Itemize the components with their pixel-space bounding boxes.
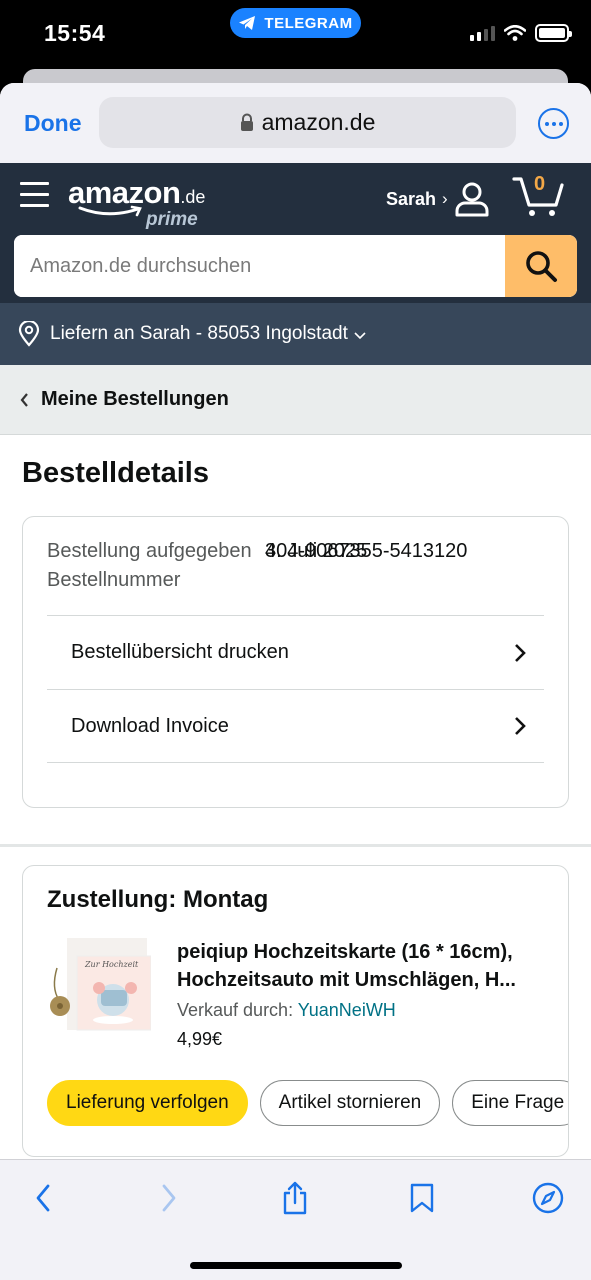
compass-icon[interactable] bbox=[528, 1178, 568, 1218]
logo-prime: prime bbox=[146, 209, 198, 230]
done-button[interactable]: Done bbox=[24, 110, 82, 137]
product-image[interactable]: Zur Hochzeit bbox=[47, 938, 152, 1034]
item-info: peiqiup Hochzeitskarte (16 * 16cm), Hoch… bbox=[177, 938, 549, 1050]
order-item: Zur Hochzeit peiqiup Hochzeitskarte (16 … bbox=[47, 938, 568, 1050]
search-bar bbox=[14, 235, 577, 297]
section-divider bbox=[0, 844, 591, 847]
system-icons bbox=[470, 24, 572, 42]
url-text: amazon.de bbox=[261, 109, 376, 135]
seller-line: Verkauf durch: YuanNeiWH bbox=[177, 1000, 549, 1021]
chevron-right-icon bbox=[515, 643, 526, 662]
item-title[interactable]: peiqiup Hochzeitskarte (16 * 16cm), Hoch… bbox=[177, 938, 549, 994]
card-script-text: Zur Hochzeit bbox=[85, 960, 139, 969]
seller-label: Verkauf durch: bbox=[177, 1000, 294, 1020]
delivery-location-bar[interactable]: Liefern an Sarah - 85053 Ingolstadt bbox=[0, 303, 591, 365]
chevron-down-icon bbox=[354, 332, 366, 340]
cart-count: 0 bbox=[534, 173, 546, 195]
delivery-location-text: Liefern an Sarah - 85053 Ingolstadt bbox=[50, 323, 348, 344]
order-number-value: 304-9067355-5413120 bbox=[265, 540, 468, 562]
bookmarks-icon[interactable] bbox=[402, 1178, 442, 1218]
share-icon[interactable] bbox=[275, 1178, 315, 1218]
user-icon bbox=[455, 182, 489, 217]
lock-icon bbox=[240, 113, 253, 131]
telegram-return-pill[interactable]: TELEGRAM bbox=[230, 8, 361, 38]
cellular-signal-icon bbox=[470, 25, 495, 41]
search-input[interactable] bbox=[14, 235, 505, 297]
amazon-header: amazon.de prime Sarah › 0 bbox=[0, 163, 591, 303]
order-placed-label: Bestellung aufgegeben bbox=[47, 540, 252, 562]
wedding-card-thumbnail bbox=[50, 938, 152, 1031]
browser-bar: Done amazon.de bbox=[0, 83, 591, 163]
amazon-logo[interactable]: amazon.de prime bbox=[68, 175, 206, 230]
order-summary-card: Bestellung aufgegeben 4. Juli 2025 Beste… bbox=[22, 516, 569, 808]
cancel-item-button[interactable]: Artikel stornieren bbox=[259, 1080, 441, 1126]
status-time: 15:54 bbox=[44, 20, 106, 46]
browser-sheet: Done amazon.de amazon.de prime Sarah › 0… bbox=[0, 83, 591, 1280]
track-package-button[interactable]: Lieferung verfolgen bbox=[47, 1080, 248, 1126]
order-links: Bestellübersicht drucken Download Invoic… bbox=[47, 615, 544, 763]
print-order-summary-label: Bestellübersicht drucken bbox=[71, 641, 289, 663]
battery-icon bbox=[535, 24, 572, 42]
back-icon[interactable] bbox=[23, 1178, 63, 1218]
download-invoice-link[interactable]: Download Invoice bbox=[47, 689, 544, 763]
account-chevron: › bbox=[442, 189, 448, 208]
location-pin-icon bbox=[18, 321, 40, 347]
more-options-icon[interactable] bbox=[538, 108, 569, 139]
url-field[interactable]: amazon.de bbox=[99, 97, 516, 148]
menu-icon[interactable] bbox=[20, 182, 49, 215]
breadcrumb-label: Meine Bestellungen bbox=[41, 388, 229, 410]
seller-link[interactable]: YuanNeiWH bbox=[298, 1000, 396, 1020]
forward-icon[interactable] bbox=[149, 1178, 189, 1218]
search-icon bbox=[526, 251, 557, 282]
shipment-title: Zustellung: Montag bbox=[47, 886, 269, 913]
page-title: Bestelldetails bbox=[22, 457, 209, 489]
download-invoice-label: Download Invoice bbox=[71, 714, 229, 737]
telegram-pill-label: TELEGRAM bbox=[264, 14, 353, 32]
order-meta: Bestellung aufgegeben 4. Juli 2025 Beste… bbox=[47, 537, 544, 595]
shipment-card: Zustellung: Montag Zur Hochzeit peiqiup … bbox=[22, 865, 569, 1157]
order-number-label: Bestellnummer bbox=[47, 569, 181, 591]
smile-arrow-icon bbox=[78, 205, 142, 217]
ask-question-button[interactable]: Eine Frage bbox=[452, 1080, 568, 1126]
account-link[interactable]: Sarah › bbox=[386, 181, 490, 217]
print-order-summary-link[interactable]: Bestellübersicht drucken bbox=[47, 615, 544, 689]
status-bar: 15:54 TELEGRAM bbox=[0, 0, 591, 70]
chevron-right-icon bbox=[515, 717, 526, 735]
item-actions: Lieferung verfolgen Artikel stornieren E… bbox=[47, 1080, 568, 1126]
logo-tld: .de bbox=[180, 187, 206, 207]
home-indicator[interactable] bbox=[190, 1262, 402, 1269]
account-name: Sarah bbox=[386, 188, 437, 209]
item-price: 4,99€ bbox=[177, 1029, 223, 1049]
chevron-left-icon bbox=[20, 392, 28, 407]
telegram-icon bbox=[239, 16, 256, 30]
search-button[interactable] bbox=[505, 235, 577, 297]
breadcrumb[interactable]: Meine Bestellungen bbox=[0, 365, 591, 435]
wifi-icon bbox=[504, 25, 526, 41]
